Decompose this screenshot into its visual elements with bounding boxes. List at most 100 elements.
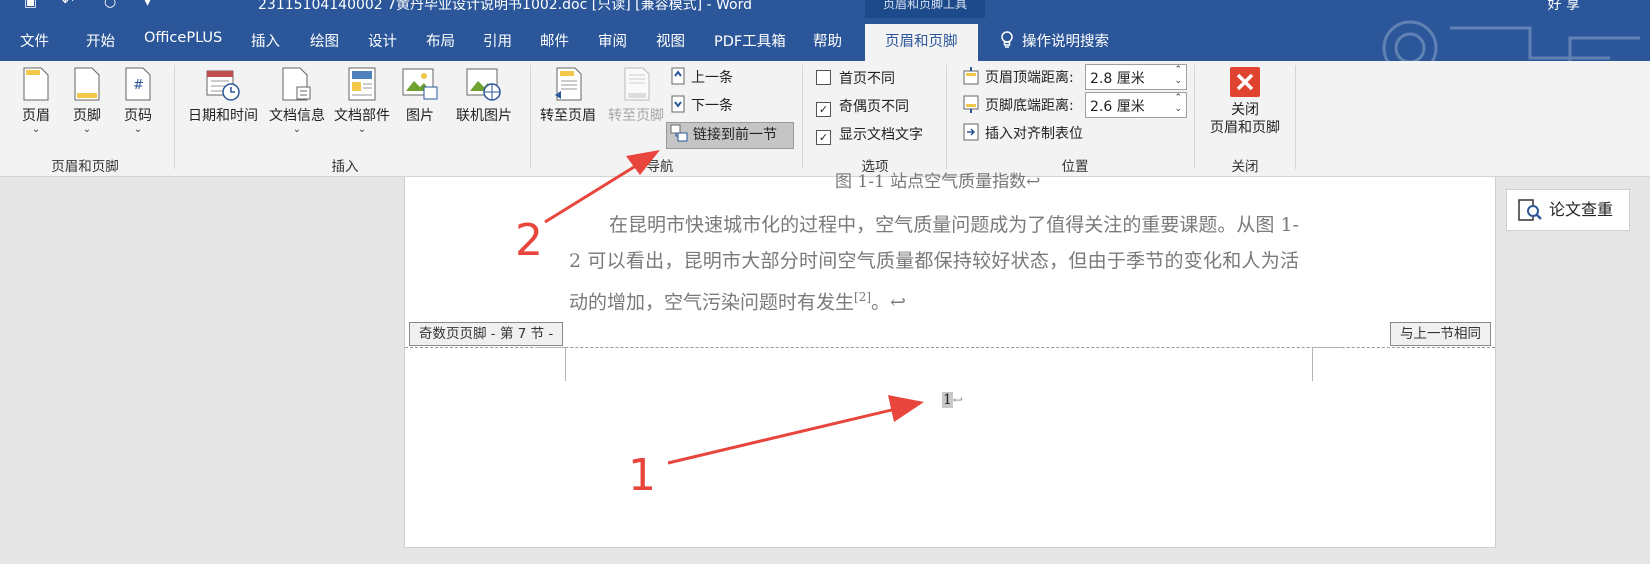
- show-doc-text-checkbox[interactable]: ✓ 显示文档文字: [816, 124, 923, 145]
- page-number-field[interactable]: 1: [942, 392, 953, 408]
- paper-check-button[interactable]: 论文查重: [1506, 189, 1630, 231]
- checkbox-box: [816, 70, 831, 85]
- customize-qat-icon[interactable]: ▾: [144, 0, 151, 10]
- tab-help[interactable]: 帮助: [813, 30, 842, 51]
- header-button[interactable]: 页眉 ⌄: [16, 67, 56, 135]
- checkmark-icon: ✓: [816, 102, 831, 117]
- group-separator: [802, 65, 803, 169]
- next-button[interactable]: 下一条: [670, 95, 733, 115]
- tab-file[interactable]: 文件: [20, 30, 49, 51]
- doc-parts-icon: [348, 67, 376, 101]
- group-label-navigation: 导航: [646, 159, 674, 175]
- group-label-position: 位置: [1061, 159, 1089, 175]
- calendar-clock-icon: [206, 70, 240, 101]
- footer-distance-value: 2.6 厘米: [1090, 99, 1145, 115]
- online-picture-label: 联机图片: [456, 108, 512, 124]
- diff-odd-even-checkbox[interactable]: ✓ 奇偶页不同: [816, 96, 909, 117]
- window-title: 23115104140002 7黄丹毕业设计说明书1002.doc [只读] […: [258, 0, 752, 13]
- doc-info-button[interactable]: 文档信息 ⌄: [266, 67, 328, 135]
- document-page[interactable]: 图 1-1 站点空气质量指数↩ 在昆明市快速城市化的过程中，空气质量问题成为了值…: [404, 172, 1496, 548]
- previous-label: 上一条: [691, 70, 733, 86]
- lightbulb-icon: [1001, 31, 1013, 48]
- body-paragraph[interactable]: 在昆明市快速城市化的过程中，空气质量问题成为了值得关注的重要课题。从图 1-2 …: [569, 207, 1299, 320]
- citation: [2]: [854, 290, 872, 304]
- insert-align-tab-button[interactable]: 插入对齐制表位: [962, 123, 1083, 143]
- diff-first-page-checkbox[interactable]: 首页不同: [816, 68, 895, 88]
- next-section-icon: [671, 95, 685, 113]
- footer-from-bottom-label: 页脚底端距离:: [985, 98, 1074, 114]
- doc-info-icon: [282, 67, 311, 101]
- link-to-previous-label: 链接到前一节: [693, 127, 777, 143]
- doc-parts-label: 文档部件: [334, 108, 390, 124]
- same-as-previous-tag: 与上一节相同: [1390, 322, 1491, 346]
- diff-first-page-label: 首页不同: [839, 71, 895, 87]
- footer-section-tag: 奇数页页脚 - 第 7 节 -: [409, 322, 564, 346]
- footer-button[interactable]: 页脚 ⌄: [67, 67, 107, 135]
- doc-search-icon: [1518, 199, 1542, 221]
- save-icon[interactable]: ▣: [24, 0, 37, 10]
- tell-me-search[interactable]: 操作说明搜索: [1000, 30, 1109, 51]
- header-distance-spinner[interactable]: 2.8 厘米 ⌃ ⌄: [1085, 64, 1187, 90]
- chevron-down-icon: ⌄: [357, 124, 367, 135]
- spinner-arrows-icon[interactable]: ⌃ ⌄: [1174, 93, 1182, 115]
- previous-section-icon: [671, 67, 685, 85]
- page-number-icon: #: [125, 67, 151, 101]
- footer-distance-spinner[interactable]: 2.6 厘米 ⌃ ⌄: [1085, 92, 1187, 118]
- footer-position-icon: [963, 95, 979, 113]
- date-time-button[interactable]: 日期和时间: [184, 67, 262, 125]
- tab-draw[interactable]: 绘图: [310, 30, 339, 51]
- undo-icon[interactable]: ↶: [62, 0, 74, 10]
- previous-button[interactable]: 上一条: [670, 67, 733, 87]
- chevron-down-icon: ⌄: [82, 124, 92, 135]
- tell-me-label: 操作说明搜索: [1022, 34, 1109, 50]
- picture-button[interactable]: 图片: [400, 67, 440, 125]
- group-separator: [1194, 65, 1195, 169]
- goto-footer-button[interactable]: 转至页脚: [604, 67, 668, 125]
- link-icon: [670, 124, 688, 142]
- goto-header-button[interactable]: 转至页眉: [536, 67, 600, 125]
- goto-header-label: 转至页眉: [540, 108, 596, 124]
- footer-doc-icon: [74, 67, 100, 101]
- header-from-top-label: 页眉顶端距离:: [985, 70, 1074, 86]
- user-name[interactable]: 好 享: [1548, 0, 1580, 14]
- tab-mailings[interactable]: 邮件: [540, 30, 569, 51]
- return-mark: ↩: [952, 393, 963, 407]
- picture-label: 图片: [406, 108, 434, 124]
- spinner-arrows-icon[interactable]: ⌃ ⌄: [1174, 65, 1182, 87]
- footer-from-bottom-row: 页脚底端距离:: [962, 95, 1074, 115]
- tab-home[interactable]: 开始: [86, 30, 115, 51]
- chevron-down-icon: ⌄: [292, 124, 302, 135]
- crop-mark: [1312, 347, 1313, 381]
- doc-parts-button[interactable]: 文档部件 ⌄: [330, 67, 394, 135]
- close-line2-label: 页眉和页脚: [1210, 120, 1280, 136]
- page-number-label: 页码: [124, 108, 152, 124]
- redo-icon[interactable]: ○: [104, 0, 116, 10]
- header-from-top-row: 页眉顶端距离:: [962, 67, 1074, 87]
- tab-insert[interactable]: 插入: [251, 30, 280, 51]
- goto-footer-icon: [624, 67, 650, 101]
- tab-officeplus[interactable]: OfficePLUS: [144, 30, 222, 46]
- tab-references[interactable]: 引用: [483, 30, 512, 51]
- chevron-down-icon: ⌄: [133, 124, 143, 135]
- picture-icon: [402, 68, 438, 100]
- group-separator: [174, 65, 175, 169]
- tab-layout[interactable]: 布局: [426, 30, 455, 51]
- tab-view[interactable]: 视图: [656, 30, 685, 51]
- tab-header-footer[interactable]: 页眉和页脚: [865, 24, 978, 61]
- diff-odd-even-label: 奇偶页不同: [839, 99, 909, 115]
- footer-page-number[interactable]: 1↩: [942, 392, 963, 408]
- tab-pdf-tools[interactable]: PDF工具箱: [714, 30, 786, 51]
- date-time-label: 日期和时间: [188, 108, 258, 124]
- group-label-insert: 插入: [331, 159, 359, 175]
- close-header-footer-button[interactable]: 关闭 页眉和页脚: [1200, 67, 1290, 137]
- tab-review[interactable]: 审阅: [598, 30, 627, 51]
- annotation-number-1: 1: [628, 450, 656, 501]
- close-line1-label: 关闭: [1231, 102, 1259, 118]
- align-tab-icon: [963, 123, 979, 141]
- header-distance-value: 2.8 厘米: [1090, 71, 1145, 87]
- header-position-icon: [963, 67, 979, 85]
- tab-design[interactable]: 设计: [368, 30, 397, 51]
- online-picture-button[interactable]: 联机图片: [452, 67, 516, 125]
- page-number-button[interactable]: # 页码 ⌄: [118, 67, 158, 135]
- paragraph-end: 。↩: [871, 291, 906, 314]
